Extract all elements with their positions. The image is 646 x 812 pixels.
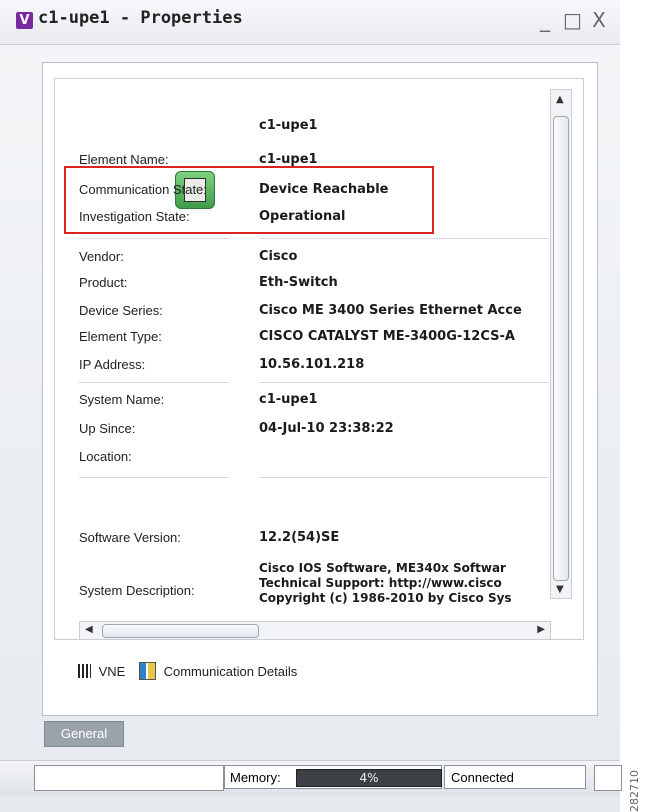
highlight-box xyxy=(64,166,434,234)
element-name-value: c1-upe1 xyxy=(259,152,318,167)
up-since-label: Up Since: xyxy=(79,421,136,436)
product-label: Product: xyxy=(79,275,128,290)
separator xyxy=(259,238,549,239)
action-links: VNE Communication Details xyxy=(78,662,297,686)
ip-address-value: 10.56.101.218 xyxy=(259,357,365,372)
product-value: Eth-Switch xyxy=(259,275,338,290)
vendor-label: Vendor: xyxy=(79,249,124,264)
element-type-value: CISCO CATALYST ME-3400G-12CS-A xyxy=(259,329,515,344)
software-version-value: 12.2(54)SE xyxy=(259,530,340,545)
vendor-value: Cisco xyxy=(259,249,298,264)
vne-icon[interactable] xyxy=(78,664,91,678)
status-bar: Memory: 4% Connected xyxy=(0,760,622,795)
memory-usage-bar: 4% xyxy=(296,769,442,787)
title-bar[interactable]: V c1-upe1 - Properties _ □ X xyxy=(0,0,620,45)
memory-label: Memory: xyxy=(230,770,281,785)
scroll-left-icon[interactable]: ◀ xyxy=(85,624,93,635)
device-header-name: c1-upe1 xyxy=(259,118,318,133)
window-logo-icon: V xyxy=(16,12,33,29)
vertical-scrollbar[interactable]: ▲ ▼ xyxy=(550,89,572,599)
system-description-label: System Description: xyxy=(79,583,195,598)
status-cell-left xyxy=(34,765,224,791)
system-description-line: Cisco IOS Software, ME340x Softwar xyxy=(259,561,506,575)
device-series-value: Cisco ME 3400 Series Ethernet Acce xyxy=(259,303,522,318)
element-type-label: Element Type: xyxy=(79,329,162,344)
properties-window: V c1-upe1 - Properties _ □ X c1-upe1 Ele… xyxy=(0,0,646,812)
ip-address-label: IP Address: xyxy=(79,357,146,372)
close-icon[interactable]: X xyxy=(590,10,608,30)
up-since-value: 04-Jul-10 23:38:22 xyxy=(259,421,394,436)
separator xyxy=(259,477,549,478)
tab-general[interactable]: General xyxy=(44,721,124,747)
scroll-down-icon[interactable]: ▼ xyxy=(556,584,564,595)
window-title: c1-upe1 - Properties xyxy=(38,8,243,28)
device-series-label: Device Series: xyxy=(79,303,163,318)
vertical-scroll-thumb[interactable] xyxy=(553,116,569,581)
location-label: Location: xyxy=(79,449,132,464)
figure-id: 282710 xyxy=(628,770,641,812)
scroll-right-icon[interactable]: ▶ xyxy=(537,624,545,635)
horizontal-scroll-thumb[interactable] xyxy=(102,624,259,638)
scroll-up-icon[interactable]: ▲ xyxy=(556,94,564,105)
system-name-value: c1-upe1 xyxy=(259,392,318,407)
separator xyxy=(79,382,229,383)
separator xyxy=(79,238,229,239)
vne-link[interactable]: VNE xyxy=(99,664,126,679)
separator xyxy=(259,382,549,383)
horizontal-scrollbar[interactable]: ◀ ▶ xyxy=(79,621,551,639)
system-name-label: System Name: xyxy=(79,392,165,407)
separator xyxy=(79,477,229,478)
communication-details-link[interactable]: Communication Details xyxy=(164,664,298,679)
communication-details-icon[interactable] xyxy=(138,662,156,680)
system-description-line: Technical Support: http://www.cisco xyxy=(259,576,502,590)
connection-status: Connected xyxy=(444,765,586,789)
properties-content: c1-upe1 Element Name: c1-upe1 Communicat… xyxy=(54,78,584,640)
status-cell-right xyxy=(594,765,622,791)
element-name-label: Element Name: xyxy=(79,152,169,167)
system-description-line: Copyright (c) 1986-2010 by Cisco Sys xyxy=(259,591,512,605)
memory-percent: 4% xyxy=(359,771,379,785)
software-version-label: Software Version: xyxy=(79,530,181,545)
minimize-icon[interactable]: _ xyxy=(536,10,554,30)
maximize-icon[interactable]: □ xyxy=(563,10,582,30)
